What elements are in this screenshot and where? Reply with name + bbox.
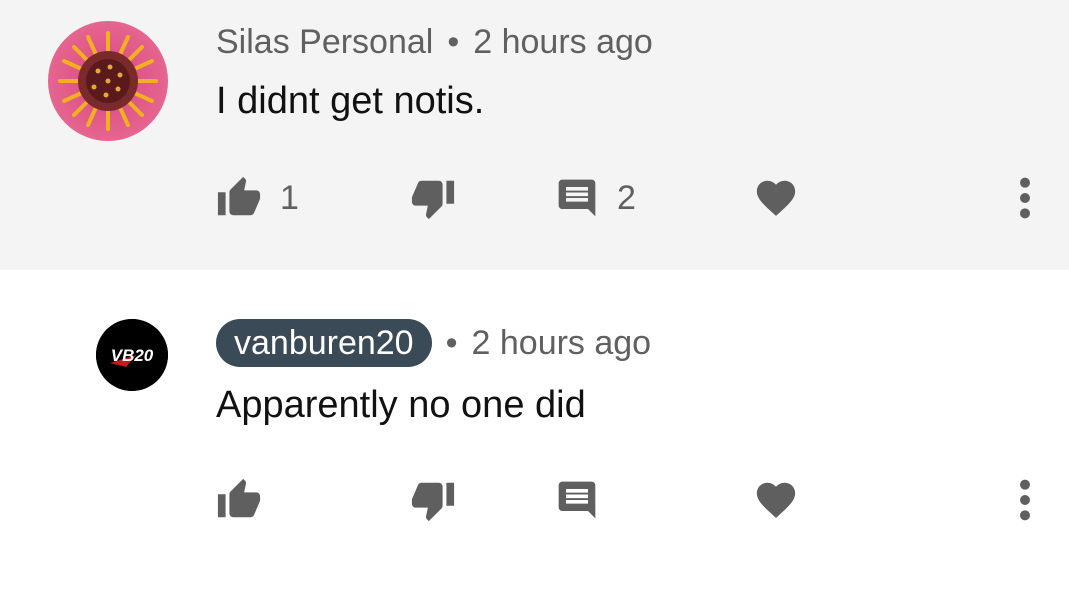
author-name[interactable]: vanburen20 xyxy=(216,319,432,367)
heart-button[interactable] xyxy=(753,470,799,530)
like-count: 1 xyxy=(280,178,299,217)
comment-text: I didnt get notis. xyxy=(216,80,485,122)
comment-actions xyxy=(0,470,1069,530)
like-button[interactable] xyxy=(216,470,262,530)
dislike-button[interactable] xyxy=(410,168,456,228)
comment-meta: vanburen20 • 2 hours ago xyxy=(216,319,651,367)
thumbs-down-icon xyxy=(411,180,455,220)
more-vert-icon xyxy=(1020,479,1030,521)
reply-count: 2 xyxy=(617,178,636,217)
comment-item: VB20 vanburen20 • 2 hours ago Apparently… xyxy=(0,270,1069,610)
thumbs-down-icon xyxy=(411,482,455,522)
comment-meta: Silas Personal • 2 hours ago xyxy=(216,20,653,64)
comment-time: 2 hours ago xyxy=(471,323,652,362)
reply-button[interactable]: 2 xyxy=(555,168,636,228)
heart-button[interactable] xyxy=(753,168,799,228)
meta-separator: • xyxy=(445,323,458,362)
comment-actions: 1 2 xyxy=(0,168,1069,228)
reply-icon xyxy=(558,481,596,519)
comment-item: Silas Personal • 2 hours ago I didnt get… xyxy=(0,0,1069,270)
thumbs-up-icon xyxy=(217,478,261,518)
heart-icon xyxy=(756,180,796,216)
meta-separator: • xyxy=(447,22,460,61)
flower-avatar-icon xyxy=(48,21,168,141)
comment-text: Apparently no one did xyxy=(216,384,586,426)
dislike-button[interactable] xyxy=(410,470,456,530)
more-options-button[interactable] xyxy=(1010,168,1040,228)
more-options-button[interactable] xyxy=(1010,470,1040,530)
reply-icon xyxy=(558,179,596,217)
reply-button[interactable] xyxy=(555,470,599,530)
thumbs-up-icon xyxy=(217,176,261,216)
author-name[interactable]: Silas Personal xyxy=(216,23,433,62)
vb20-logo-avatar-icon: VB20 xyxy=(96,319,168,391)
like-button[interactable]: 1 xyxy=(216,168,299,228)
heart-icon xyxy=(756,482,796,518)
avatar-logo-text: VB20 xyxy=(111,346,154,365)
avatar[interactable] xyxy=(48,21,168,141)
more-vert-icon xyxy=(1020,177,1030,219)
comment-time: 2 hours ago xyxy=(473,22,653,61)
avatar[interactable]: VB20 xyxy=(96,319,168,391)
